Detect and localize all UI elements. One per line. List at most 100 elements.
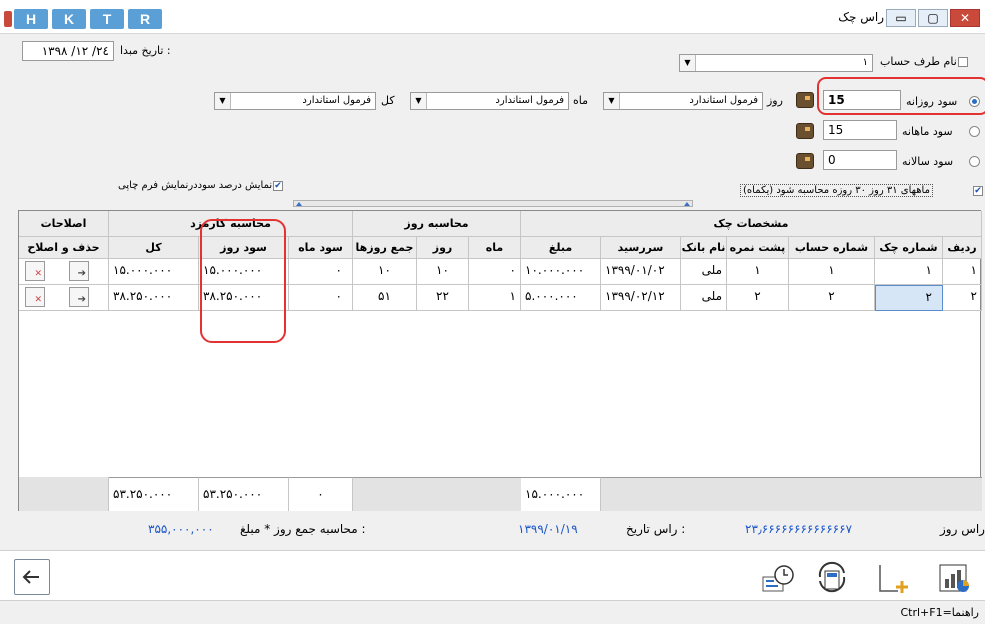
- calculator-icon[interactable]: [796, 92, 814, 108]
- formula-month-select[interactable]: ▼ فرمول استاندارد: [410, 92, 569, 110]
- cell-month-profit[interactable]: ۰: [289, 285, 353, 311]
- hk-button-t[interactable]: T: [90, 9, 124, 29]
- chevron-down-icon[interactable]: ▼: [604, 93, 620, 109]
- formula-total-select[interactable]: ▼ فرمول استاندارد: [214, 92, 376, 110]
- back-arrow-icon: [22, 570, 39, 584]
- cell-total[interactable]: ۱۵.۰۰۰.۰۰۰: [109, 259, 199, 285]
- cell-bank[interactable]: ملی: [681, 259, 727, 285]
- cell-total[interactable]: ۳۸.۲۵۰.۰۰۰: [109, 285, 199, 311]
- bottom-toolbar: [0, 550, 985, 602]
- title-bar: H K T R راس چک ▭ ▢ ✕: [0, 0, 985, 34]
- app-marker: [4, 11, 12, 27]
- ras-date-label: راس تاریخ :: [626, 522, 686, 536]
- minimize-button[interactable]: ▭: [886, 9, 916, 27]
- formula-month-label: ماه: [573, 94, 589, 107]
- cell-days-sum[interactable]: ۱۰: [353, 259, 417, 285]
- cell-check-no-selected[interactable]: ۲: [875, 285, 943, 311]
- report-button[interactable]: [936, 559, 972, 595]
- account-party-checkbox[interactable]: [958, 57, 968, 67]
- col-header-amount[interactable]: مبلغ: [521, 237, 601, 259]
- splitter-handle[interactable]: [293, 200, 693, 207]
- formula-day-select[interactable]: ▼ فرمول استاندارد: [603, 92, 763, 110]
- col-header-month[interactable]: ماه: [469, 237, 521, 259]
- cell-account-no[interactable]: ۲: [789, 285, 875, 311]
- cell-month[interactable]: ۱: [469, 285, 521, 311]
- edit-icon[interactable]: ➔: [69, 287, 89, 307]
- history-button[interactable]: [760, 559, 796, 595]
- calculator-icon[interactable]: [796, 153, 814, 169]
- delete-icon[interactable]: ✕: [25, 261, 45, 281]
- back-button[interactable]: [14, 559, 50, 595]
- footer-month-profit: ۰: [289, 477, 353, 511]
- monthly-profit-radio[interactable]: [969, 126, 980, 137]
- formula-total-label: کل: [381, 94, 395, 107]
- col-header-due[interactable]: سررسید: [601, 237, 681, 259]
- yearly-profit-radio[interactable]: [969, 156, 980, 167]
- account-party-label: نام طرف حساب: [880, 55, 957, 68]
- col-header-row[interactable]: ردیف: [943, 237, 982, 259]
- cell-account-no[interactable]: ۱: [789, 259, 875, 285]
- account-party-select[interactable]: ▼ ۱: [679, 54, 873, 72]
- monthly-profit-input[interactable]: 15: [823, 120, 897, 140]
- months-31-30-checkbox[interactable]: ✔: [973, 186, 983, 196]
- yearly-profit-input[interactable]: 0: [823, 150, 897, 170]
- cell-check-no[interactable]: ۱: [875, 259, 943, 285]
- cell-due[interactable]: ۱۳۹۹/۰۲/۱۲: [601, 285, 681, 311]
- hk-button-k[interactable]: K: [52, 9, 86, 29]
- daily-profit-label: سود روزانه: [906, 95, 958, 108]
- calculator-icon[interactable]: [796, 123, 814, 139]
- cell-due[interactable]: ۱۳۹۹/۰۱/۰۲: [601, 259, 681, 285]
- up-arrow-icon: [296, 202, 302, 206]
- add-button[interactable]: [876, 559, 912, 595]
- start-date-label: تاریخ مبدا :: [120, 44, 171, 57]
- close-button[interactable]: ✕: [950, 9, 980, 27]
- cell-day[interactable]: ۱۰: [417, 259, 469, 285]
- recalculate-button[interactable]: [814, 559, 850, 595]
- cell-month[interactable]: ۰: [469, 259, 521, 285]
- group-header-edits: اصلاحات: [19, 211, 109, 237]
- cell-bank[interactable]: ملی: [681, 285, 727, 311]
- delete-icon[interactable]: ✕: [25, 287, 45, 307]
- chevron-down-icon[interactable]: ▼: [411, 93, 427, 109]
- daily-profit-input[interactable]: 15: [823, 90, 901, 110]
- edit-icon[interactable]: ➔: [69, 261, 89, 281]
- row-actions: ✕ ➔: [19, 285, 109, 311]
- cell-amount[interactable]: ۵.۰۰۰.۰۰۰: [521, 285, 601, 311]
- help-shortcut: Ctrl+F1=راهنما: [900, 606, 979, 619]
- cell-back-no[interactable]: ۲: [727, 285, 789, 311]
- hk-button-r[interactable]: R: [128, 9, 162, 29]
- chart-report-icon: [939, 564, 969, 592]
- col-header-back-no[interactable]: پشت نمره: [727, 237, 789, 259]
- chevron-down-icon[interactable]: ▼: [215, 93, 231, 109]
- formula-day-label: روز: [767, 94, 783, 107]
- col-header-month-profit[interactable]: سود ماه: [289, 237, 353, 259]
- start-date-field[interactable]: ۱۳۹۸ /۱۲ /۲٤: [22, 41, 114, 61]
- col-header-bank[interactable]: نام بانک: [681, 237, 727, 259]
- chevron-down-icon[interactable]: ▼: [680, 55, 696, 71]
- cell-day[interactable]: ۲۲: [417, 285, 469, 311]
- col-header-account-no[interactable]: شماره حساب: [789, 237, 875, 259]
- daily-profit-radio[interactable]: [969, 96, 980, 107]
- hk-button-h[interactable]: H: [14, 9, 48, 29]
- footer-cell-edits: [19, 477, 109, 511]
- col-header-check-no[interactable]: شماره چک: [875, 237, 943, 259]
- show-percent-checkbox[interactable]: ✔: [273, 181, 283, 191]
- cell-days-sum[interactable]: ۵۱: [353, 285, 417, 311]
- col-header-days-sum[interactable]: جمع روزها: [353, 237, 417, 259]
- calc-value: ۳۵۵,۰۰۰,۰۰۰: [148, 522, 214, 536]
- col-header-day[interactable]: روز: [417, 237, 469, 259]
- group-header-day-calc: محاسبه روز: [353, 211, 521, 237]
- highlight-day-profit-column: [200, 219, 286, 343]
- cell-row[interactable]: ۱: [943, 259, 982, 285]
- clock-icon: [762, 565, 794, 592]
- col-header-total[interactable]: کل: [109, 237, 199, 259]
- col-header-edit-delete[interactable]: حذف و اصلاح: [19, 237, 109, 259]
- checks-grid: اصلاحات محاسبه کارمزد محاسبه روز مشخصات …: [18, 210, 982, 511]
- footer-day-profit: ۵۳.۲۵۰.۰۰۰: [199, 477, 289, 511]
- status-bar: Ctrl+F1=راهنما: [0, 600, 985, 624]
- cell-month-profit[interactable]: ۰: [289, 259, 353, 285]
- restore-button[interactable]: ▢: [918, 9, 948, 27]
- cell-amount[interactable]: ۱۰.۰۰۰.۰۰۰: [521, 259, 601, 285]
- cell-row[interactable]: ۲: [943, 285, 982, 311]
- cell-back-no[interactable]: ۱: [727, 259, 789, 285]
